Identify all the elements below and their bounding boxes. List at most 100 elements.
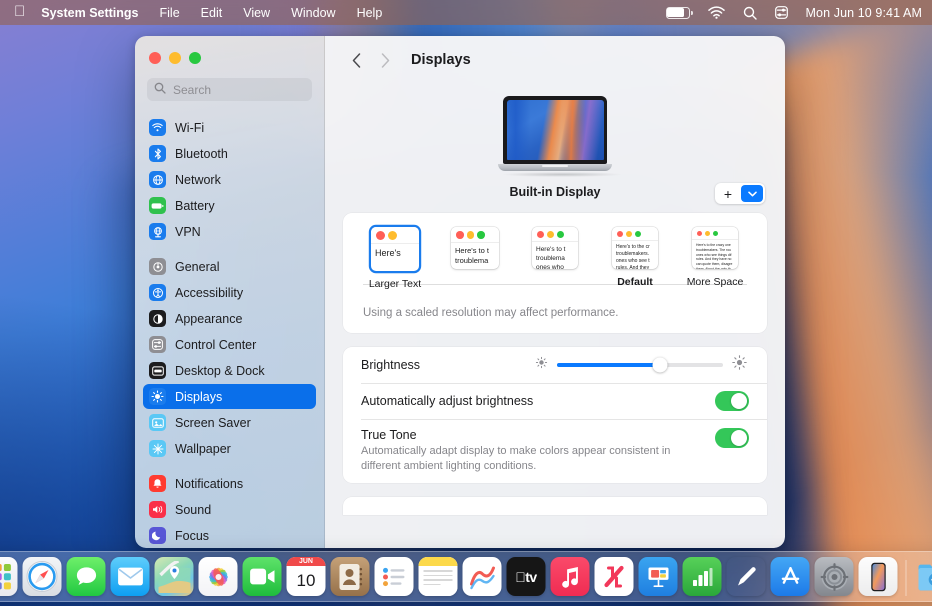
dock-item-safari[interactable] bbox=[23, 557, 62, 596]
dock-item-news[interactable] bbox=[595, 557, 634, 596]
menu-item-edit[interactable]: Edit bbox=[201, 6, 223, 20]
brightness-low-icon bbox=[535, 356, 548, 374]
sidebar-item-accessibility[interactable]: Accessibility bbox=[143, 280, 316, 305]
resolution-slider-track[interactable] bbox=[363, 284, 747, 285]
auto-brightness-toggle[interactable] bbox=[715, 391, 749, 411]
dock-item-launchpad[interactable] bbox=[0, 557, 18, 596]
sidebar-item-focus[interactable]: Focus bbox=[143, 523, 316, 548]
dock-item-maps[interactable] bbox=[155, 557, 194, 596]
chevron-down-icon[interactable] bbox=[741, 185, 763, 202]
search-icon[interactable] bbox=[743, 6, 757, 20]
back-button[interactable] bbox=[343, 47, 369, 73]
resolution-option[interactable]: Here'sLarger Text bbox=[363, 227, 427, 290]
resolution-thumbnail[interactable]: Here's bbox=[371, 227, 419, 271]
dock-item-freeform[interactable] bbox=[463, 557, 502, 596]
sidebar-item-label: Desktop & Dock bbox=[175, 364, 265, 378]
sidebar-item-notifications[interactable]: Notifications bbox=[143, 471, 316, 496]
resolution-option[interactable]: Here's to ttroublemaones who bbox=[523, 227, 587, 276]
notifications-bell-icon bbox=[149, 475, 166, 492]
plus-icon[interactable]: + bbox=[715, 183, 741, 204]
dock-item-reminders[interactable] bbox=[375, 557, 414, 596]
control-center-icon[interactable] bbox=[775, 6, 788, 19]
dock[interactable]: JUN10 tv bbox=[0, 551, 932, 602]
menu-item-window[interactable]: Window bbox=[291, 6, 335, 20]
brightness-slider-knob[interactable] bbox=[652, 358, 667, 373]
thumbnail-traffic-dot bbox=[697, 231, 702, 236]
sidebar-item-control-center[interactable]: Control Center bbox=[143, 332, 316, 357]
dock-item-app-store[interactable] bbox=[771, 557, 810, 596]
resolution-option[interactable]: Here's to ttroublema bbox=[443, 227, 507, 276]
sidebar-item-appearance[interactable]: Appearance bbox=[143, 306, 316, 331]
apple-logo-icon[interactable]:  bbox=[14, 4, 25, 19]
sidebar-item-battery[interactable]: Battery bbox=[143, 193, 316, 218]
search-input[interactable] bbox=[173, 83, 305, 97]
wallpaper-icon bbox=[149, 440, 166, 457]
sidebar-item-wi-fi[interactable]: Wi-Fi bbox=[143, 115, 316, 140]
menu-bar-clock[interactable]: Mon Jun 10 9:41 AM bbox=[806, 6, 922, 20]
dock-item-downloads-folder[interactable] bbox=[915, 557, 932, 596]
dock-item-notes[interactable] bbox=[419, 557, 458, 596]
wifi-icon[interactable] bbox=[708, 6, 725, 19]
menu-item-view[interactable]: View bbox=[243, 6, 270, 20]
zoom-button[interactable] bbox=[189, 52, 201, 64]
true-tone-description: Automatically adapt display to make colo… bbox=[361, 444, 703, 473]
sidebar-item-label: Notifications bbox=[175, 477, 243, 491]
dock-item-numbers[interactable] bbox=[683, 557, 722, 596]
forward-button[interactable] bbox=[372, 47, 398, 73]
true-tone-toggle[interactable] bbox=[715, 428, 749, 448]
resolution-note: Using a scaled resolution may affect per… bbox=[343, 297, 767, 333]
brightness-row: Brightness bbox=[343, 347, 767, 383]
close-button[interactable] bbox=[149, 52, 161, 64]
dock-item-calendar[interactable]: JUN10 bbox=[287, 557, 326, 596]
dock-item-system-settings[interactable] bbox=[815, 557, 854, 596]
sidebar-item-general[interactable]: General bbox=[143, 254, 316, 279]
sidebar-item-wallpaper[interactable]: Wallpaper bbox=[143, 436, 316, 461]
resolution-option[interactable]: Here's to the crtroublemakers.ones who s… bbox=[603, 227, 667, 288]
sidebar-item-screen-saver[interactable]: Screen Saver bbox=[143, 410, 316, 435]
sidebar-item-vpn[interactable]: VPN bbox=[143, 219, 316, 244]
dock-item-apple-tv[interactable]: tv bbox=[507, 557, 546, 596]
display-settings-card: Brightness bbox=[343, 347, 767, 483]
dock-item-pages[interactable] bbox=[727, 557, 766, 596]
macbook-notch bbox=[544, 96, 566, 100]
menu-item-help[interactable]: Help bbox=[357, 6, 383, 20]
brightness-slider[interactable] bbox=[557, 363, 723, 367]
resolution-thumbnail[interactable]: Here's to ttroublemaones who bbox=[532, 227, 578, 269]
sidebar-item-desktop-dock[interactable]: Desktop & Dock bbox=[143, 358, 316, 383]
resolution-option[interactable]: Here's to the crazy onetroublemakers. Th… bbox=[683, 227, 747, 288]
add-display-control[interactable]: + bbox=[715, 183, 765, 204]
true-tone-row: True Tone Automatically adapt display to… bbox=[343, 419, 767, 483]
thumbnail-traffic-dot bbox=[537, 231, 544, 238]
dock-item-facetime[interactable] bbox=[243, 557, 282, 596]
sidebar-item-label: Focus bbox=[175, 529, 209, 543]
dock-item-contacts[interactable] bbox=[331, 557, 370, 596]
sidebar-item-network[interactable]: Network bbox=[143, 167, 316, 192]
thumbnail-traffic-dot bbox=[467, 231, 475, 239]
dock-item-iphone-mirroring[interactable] bbox=[859, 557, 898, 596]
sidebar-item-label: Battery bbox=[175, 199, 215, 213]
sidebar: Wi-Fi Bluetooth bbox=[135, 36, 325, 548]
focus-moon-icon bbox=[149, 527, 166, 544]
sidebar-list[interactable]: Wi-Fi Bluetooth bbox=[135, 115, 324, 548]
thumbnail-text: Here's to the crazy onetroublemakers. Th… bbox=[692, 240, 738, 269]
menu-item-system-settings[interactable]: System Settings bbox=[41, 6, 138, 20]
dock-item-mail[interactable] bbox=[111, 557, 150, 596]
sidebar-item-displays[interactable]: Displays bbox=[143, 384, 316, 409]
sidebar-item-sound[interactable]: Sound bbox=[143, 497, 316, 522]
menu-item-file[interactable]: File bbox=[160, 6, 180, 20]
macbook-illustration bbox=[501, 96, 609, 177]
battery-icon[interactable] bbox=[666, 7, 690, 19]
sidebar-item-bluetooth[interactable]: Bluetooth bbox=[143, 141, 316, 166]
brightness-slider-group[interactable] bbox=[535, 355, 747, 375]
resolution-thumbnail[interactable]: Here's to ttroublema bbox=[451, 227, 499, 269]
resolution-thumbnail[interactable]: Here's to the crazy onetroublemakers. Th… bbox=[692, 227, 738, 269]
resolution-thumbnail[interactable]: Here's to the crtroublemakers.ones who s… bbox=[612, 227, 658, 269]
dock-item-music[interactable] bbox=[551, 557, 590, 596]
macbook-screen bbox=[503, 96, 607, 164]
search-box[interactable] bbox=[147, 78, 312, 101]
dock-item-messages[interactable] bbox=[67, 557, 106, 596]
dock-item-photos[interactable] bbox=[199, 557, 238, 596]
main-scroll-area[interactable]: Built-in Display + Here'sLar bbox=[325, 84, 785, 548]
minimize-button[interactable] bbox=[169, 52, 181, 64]
dock-item-keynote[interactable] bbox=[639, 557, 678, 596]
